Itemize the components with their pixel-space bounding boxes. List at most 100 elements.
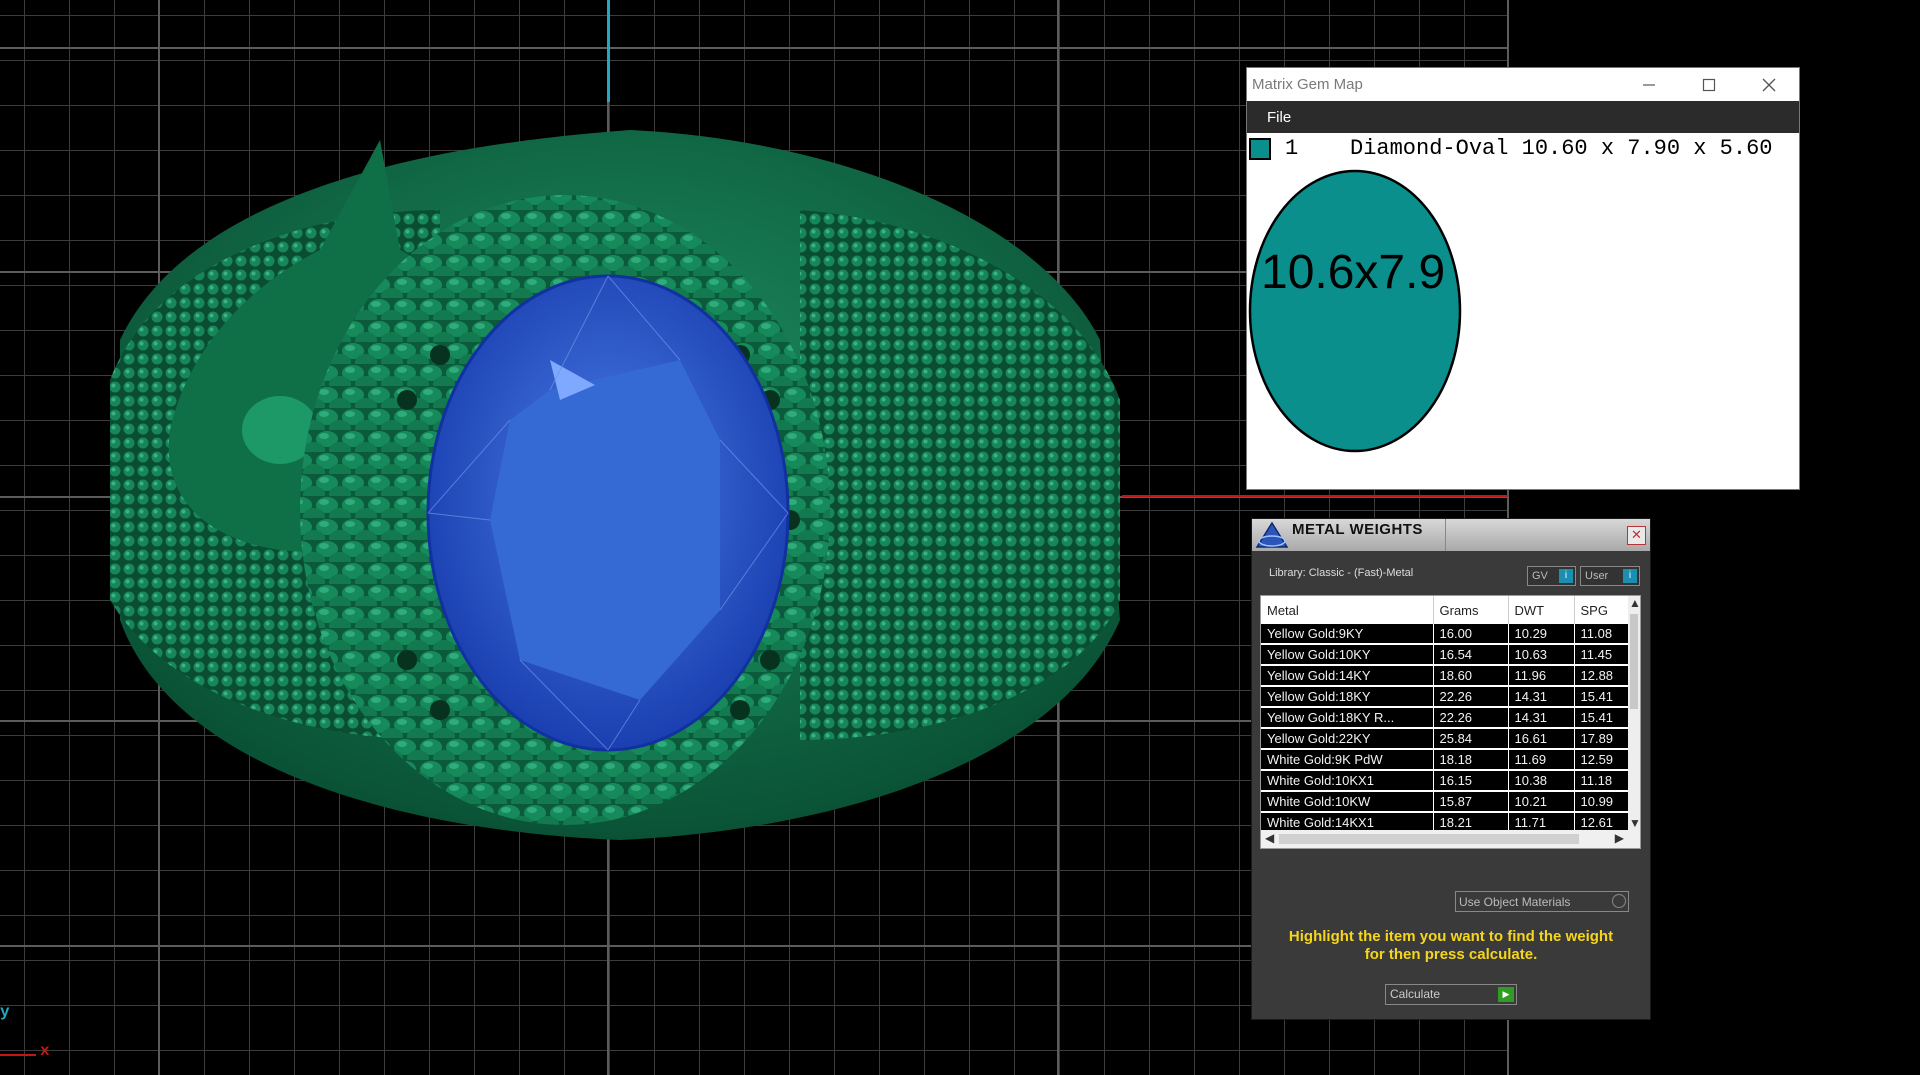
table-cell: 10.99 (1574, 791, 1629, 813)
table-cell: Yellow Gold:18KY (1261, 686, 1434, 708)
maximize-button[interactable] (1679, 68, 1739, 101)
table-cell: 10.21 (1508, 791, 1575, 813)
column-header[interactable]: Grams (1433, 596, 1509, 624)
table-row[interactable]: Yellow Gold:10KY 16.54 10.63 11.45 (1261, 644, 1629, 666)
radio-icon (1612, 894, 1626, 908)
minimize-button[interactable] (1619, 68, 1679, 101)
column-header[interactable]: Metal (1261, 596, 1434, 624)
table-row[interactable]: White Gold:9K PdW 18.18 11.69 12.59 (1261, 749, 1629, 771)
table-cell: White Gold:10KX1 (1261, 770, 1434, 792)
table-row[interactable]: Yellow Gold:18KY 22.26 14.31 15.41 (1261, 686, 1629, 708)
table-cell: 16.61 (1508, 728, 1575, 750)
gem-map-titlebar[interactable]: Matrix Gem Map (1247, 68, 1799, 101)
oval-gemstone (426, 274, 790, 752)
table-cell: White Gold:10KW (1261, 791, 1434, 813)
x-axis-label: x (40, 1042, 50, 1060)
table-cell: 11.96 (1508, 665, 1575, 687)
table-cell: 12.59 (1574, 749, 1629, 771)
column-header[interactable]: SPG (1574, 596, 1629, 624)
table-row[interactable]: Yellow Gold:14KY 18.60 11.96 12.88 (1261, 665, 1629, 687)
table-cell: 11.18 (1574, 770, 1629, 792)
table-cell: Yellow Gold:18KY R... (1261, 707, 1434, 729)
instruction-line-1: Highlight the item you want to find the … (1288, 928, 1614, 945)
table-cell: 12.88 (1574, 665, 1629, 687)
title-divider (1445, 519, 1446, 551)
maximize-icon (1702, 78, 1716, 91)
metal-table[interactable]: Metal Grams DWT SPG Yellow Gold:9KY 16.00 10.… (1260, 595, 1641, 849)
gem-outline[interactable] (1247, 169, 1467, 459)
table-cell: 11.45 (1574, 644, 1629, 666)
use-object-materials-label: Use Object Materials (1459, 895, 1571, 909)
gem-index: 1 (1285, 136, 1299, 161)
gem-map-window[interactable]: Matrix Gem Map File 1 Diamond-Oval 10.60… (1247, 68, 1799, 489)
table-cell: 10.29 (1508, 624, 1575, 645)
close-button[interactable] (1739, 68, 1799, 101)
gem-description: Diamond-Oval 10.60 x 7.90 x 5.60 (1350, 136, 1773, 161)
y-axis-label: y (0, 1003, 10, 1021)
y-axis-line (607, 0, 610, 102)
scroll-thumb[interactable] (1630, 614, 1638, 709)
play-icon: ▶ (1498, 987, 1514, 1002)
metal-weights-titlebar[interactable]: METAL WEIGHTS ✕ (1252, 519, 1650, 551)
gv-toggle[interactable]: GV i (1527, 566, 1576, 586)
scroll-left-icon[interactable]: ◀ (1265, 831, 1274, 845)
table-cell: 16.54 (1433, 644, 1509, 666)
table-cell: White Gold:9K PdW (1261, 749, 1434, 771)
vertical-scrollbar[interactable]: ▲ ▼ (1628, 596, 1640, 830)
table-cell: Yellow Gold:22KY (1261, 728, 1434, 750)
metal-weights-title: METAL WEIGHTS (1292, 521, 1423, 538)
table-row[interactable]: White Gold:10KX1 16.15 10.38 11.18 (1261, 770, 1629, 792)
info-icon: i (1559, 569, 1573, 583)
gem-map-canvas: 1 Diamond-Oval 10.60 x 7.90 x 5.60 10.6x… (1247, 133, 1799, 489)
table-cell: Yellow Gold:10KY (1261, 644, 1434, 666)
scroll-down-icon[interactable]: ▼ (1629, 816, 1640, 830)
info-icon: i (1623, 569, 1637, 583)
gem-map-menubar: File (1247, 101, 1799, 133)
matrix-logo-icon (1255, 521, 1289, 548)
scroll-thumb-horizontal[interactable] (1279, 834, 1579, 844)
table-header: Metal Grams DWT SPG (1261, 596, 1629, 624)
close-icon: ✕ (1631, 527, 1642, 542)
user-label: User (1585, 570, 1609, 582)
gem-map-title: Matrix Gem Map (1252, 76, 1363, 93)
instruction-text: Highlight the item you want to find the … (1262, 928, 1640, 964)
close-button[interactable]: ✕ (1627, 526, 1646, 545)
gem-color-swatch (1249, 138, 1271, 160)
scroll-right-icon[interactable]: ▶ (1615, 831, 1624, 845)
library-label: Library: Classic - (Fast)-Metal (1269, 567, 1414, 579)
table-cell: Yellow Gold:14KY (1261, 665, 1434, 687)
table-row[interactable]: White Gold:10KW 15.87 10.21 10.99 (1261, 791, 1629, 813)
table-cell: 17.89 (1574, 728, 1629, 750)
use-object-materials-toggle[interactable]: Use Object Materials (1455, 891, 1629, 912)
table-cell: 25.84 (1433, 728, 1509, 750)
table-row[interactable]: Yellow Gold:22KY 25.84 16.61 17.89 (1261, 728, 1629, 750)
minimize-icon (1643, 83, 1655, 86)
horizontal-scrollbar[interactable]: ◀ ▶ (1261, 830, 1640, 848)
major-grid-line (0, 47, 1509, 49)
calculate-label: Calculate (1390, 987, 1441, 1001)
calculate-button[interactable]: Calculate ▶ (1385, 984, 1517, 1005)
table-cell: 22.26 (1433, 686, 1509, 708)
table-cell: 11.08 (1574, 624, 1629, 645)
scroll-up-icon[interactable]: ▲ (1629, 596, 1640, 610)
table-cell: 15.87 (1433, 791, 1509, 813)
gem-size-label: 10.6x7.9 (1261, 246, 1446, 299)
table-cell: 14.31 (1508, 686, 1575, 708)
metal-weights-window[interactable]: METAL WEIGHTS ✕ Library: Classic - (Fast… (1252, 519, 1650, 1019)
ring-model[interactable] (80, 100, 1130, 890)
table-cell: 10.63 (1508, 644, 1575, 666)
close-icon (1762, 78, 1776, 91)
table-row[interactable]: Yellow Gold:9KY 16.00 10.29 11.08 (1261, 624, 1629, 645)
column-header[interactable]: DWT (1508, 596, 1575, 624)
table-cell: 15.41 (1574, 686, 1629, 708)
table-cell: 16.15 (1433, 770, 1509, 792)
user-toggle[interactable]: User i (1580, 566, 1640, 586)
ring-side-right (800, 210, 1120, 740)
gv-label: GV (1532, 570, 1548, 582)
table-cell: 16.00 (1433, 624, 1509, 645)
x-axis-stub (0, 1054, 36, 1056)
table-cell: 18.18 (1433, 749, 1509, 771)
menu-file[interactable]: File (1267, 109, 1291, 126)
table-row[interactable]: Yellow Gold:18KY R... 22.26 14.31 15.41 (1261, 707, 1629, 729)
table-cell: 14.31 (1508, 707, 1575, 729)
